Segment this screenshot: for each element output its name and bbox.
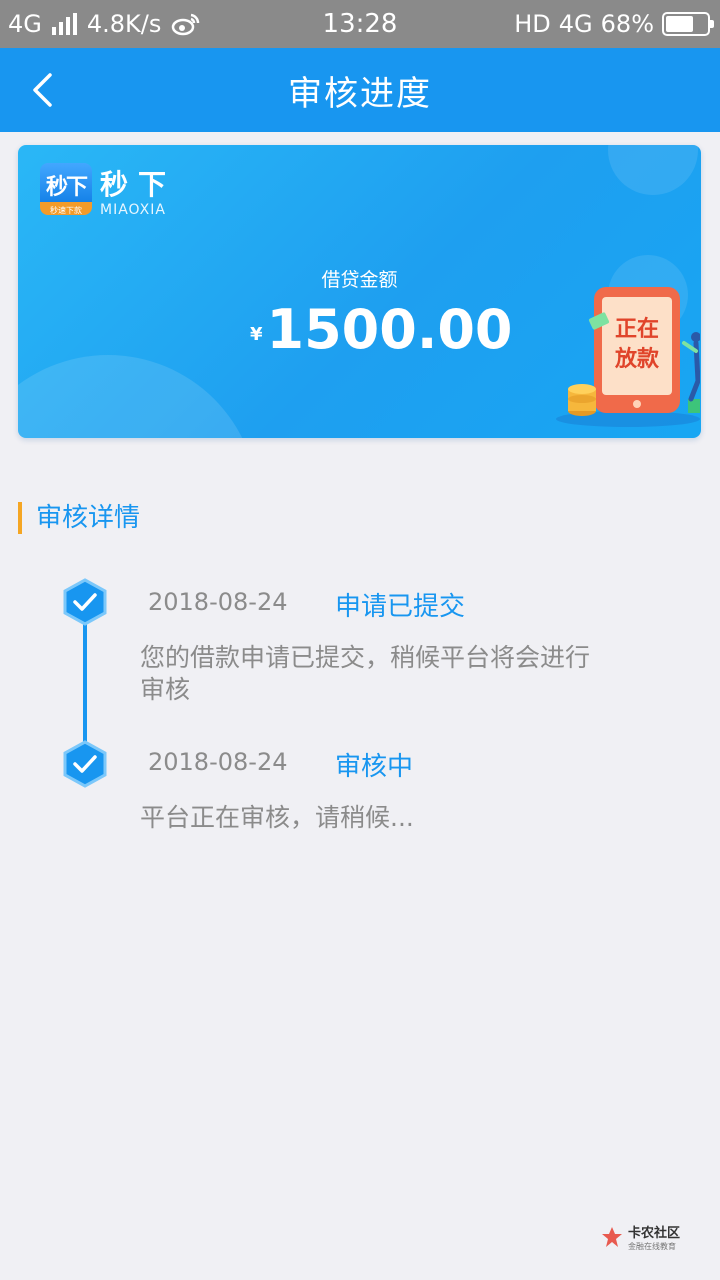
battery-icon	[662, 12, 714, 36]
brand-logo-text: 秒下	[45, 175, 88, 200]
back-button[interactable]	[18, 66, 66, 114]
brand-logo-sub: 秒速下款	[50, 206, 82, 215]
currency-symbol: ¥	[250, 324, 263, 345]
brand-logo: 秒下 秒速下款	[40, 163, 92, 215]
step-desc-line: 您的借款申请已提交，稍候平台将会进行	[140, 643, 591, 672]
card-decoration	[18, 355, 258, 438]
loan-card: 秒下 秒速下款 秒下 MIAOXIA 借贷金额 ¥ 1500.00 正在 放款	[18, 145, 701, 438]
disbursing-phone-illustration: 正在 放款	[556, 287, 700, 427]
step-description: 平台正在审核，请稍候...	[140, 802, 680, 834]
step-status: 申请已提交	[335, 592, 466, 622]
amount-value: 1500.00	[266, 298, 513, 361]
step-check-icon	[63, 578, 107, 626]
step-description: 您的借款申请已提交，稍候平台将会进行 审核	[140, 642, 680, 706]
status-bar: 4G 4.8K/s 13:28 HD 4G 68%	[0, 0, 720, 48]
watermark-subtitle: 金融在线教育	[628, 1242, 676, 1251]
loan-amount: ¥ 1500.00	[250, 303, 512, 357]
watermark-text: 卡农社区 金融在线教育	[628, 1222, 680, 1252]
step-date: 2018-08-24	[148, 588, 288, 616]
timeline-line	[83, 622, 87, 752]
step-desc-line: 审核	[140, 675, 191, 704]
card-decoration	[608, 145, 698, 195]
step-check-icon	[63, 740, 107, 788]
watermark-title: 卡农社区	[628, 1226, 681, 1241]
step-desc-line: 平台正在审核，请稍候...	[140, 803, 414, 832]
network-type-right: 4G	[558, 10, 593, 38]
badge-line1: 正在	[615, 316, 659, 342]
badge-line2: 放款	[614, 346, 660, 372]
status-right: HD 4G 68%	[514, 0, 714, 48]
hd-indicator: HD	[514, 10, 551, 38]
back-arrow-icon	[33, 73, 52, 107]
nav-bar: 审核进度	[0, 48, 720, 132]
battery-percent: 68%	[600, 10, 654, 38]
step-date: 2018-08-24	[148, 748, 288, 776]
section-title: 审核详情	[18, 502, 140, 534]
brand-english-name: MIAOXIA	[100, 202, 166, 218]
battery-level	[666, 16, 694, 32]
brand-name: 秒下	[100, 168, 177, 201]
step-status: 审核中	[335, 752, 414, 782]
watermark-logo-icon	[602, 1227, 622, 1247]
watermark: 卡农社区 金融在线教育	[600, 1222, 680, 1252]
page-title: 审核进度	[288, 73, 432, 114]
